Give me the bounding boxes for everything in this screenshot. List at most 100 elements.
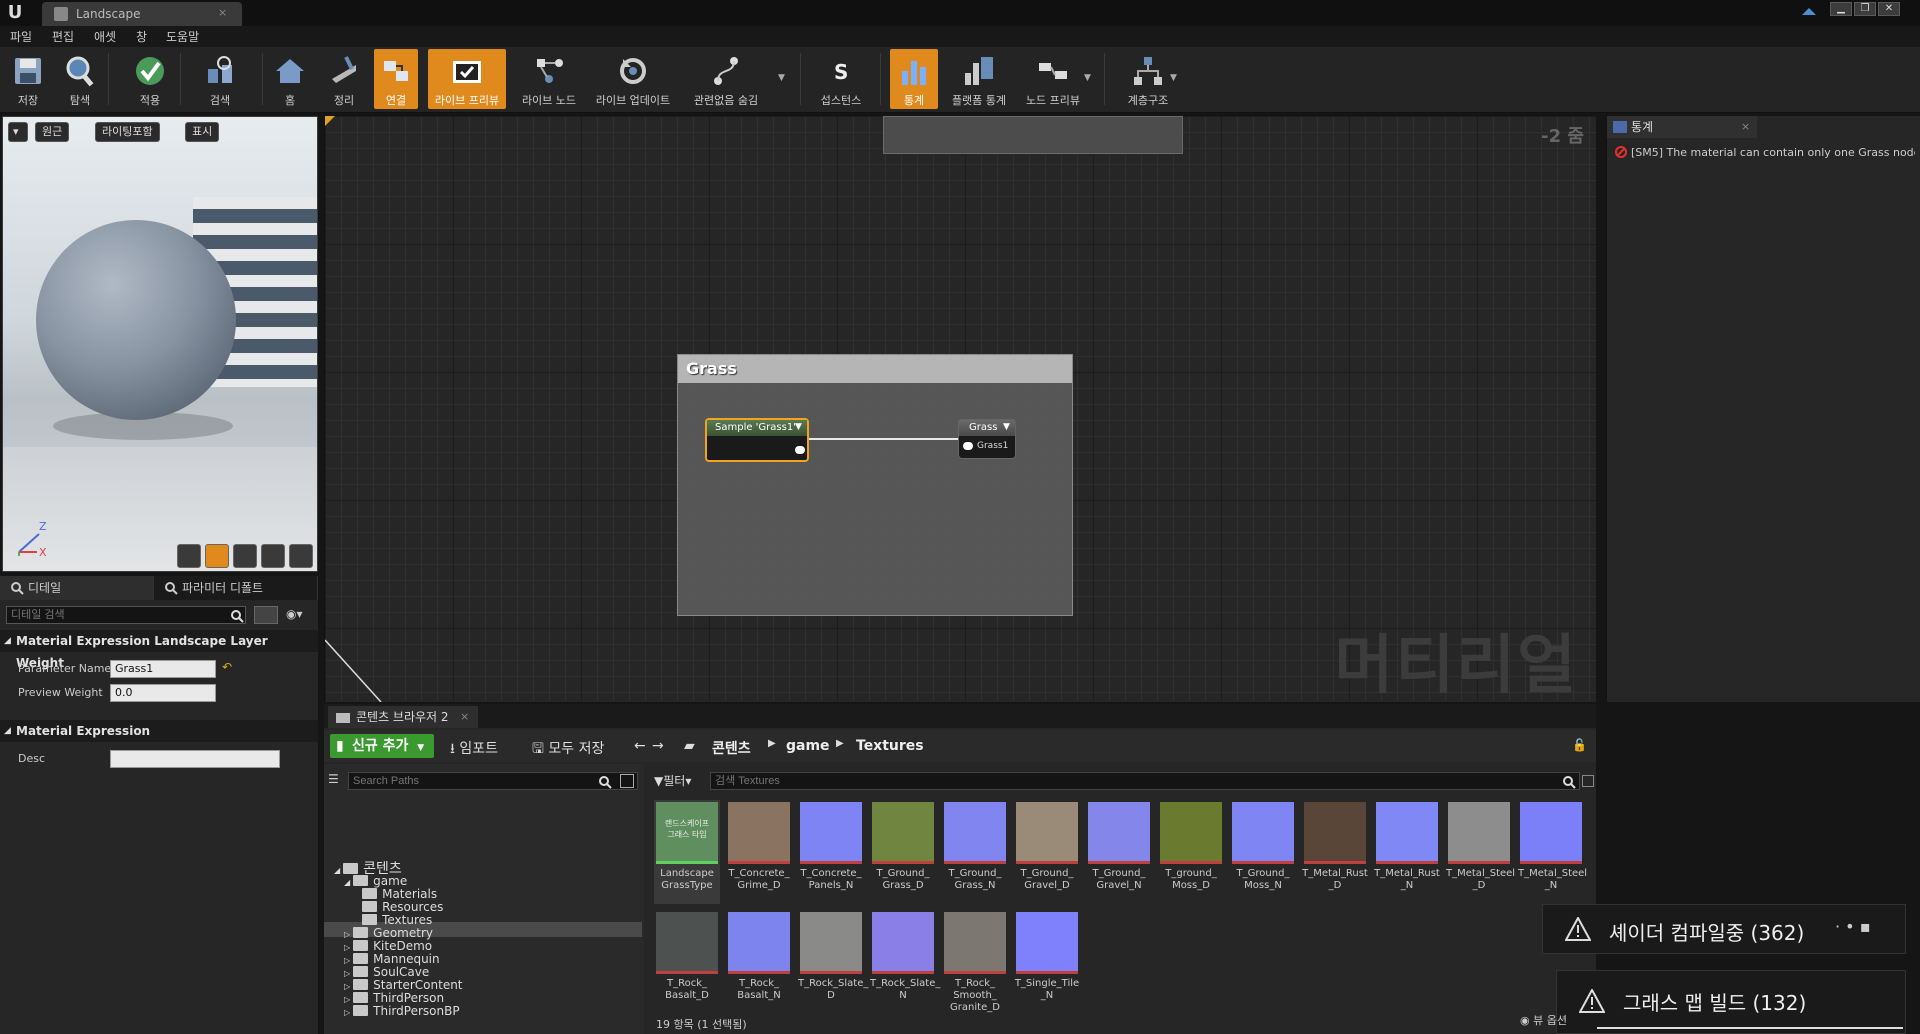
tree-item-soulcave[interactable]: ▷ SoulCave (344, 965, 429, 979)
asset-search-input[interactable] (710, 772, 1580, 790)
substance-button[interactable]: S 섭스턴스 (810, 49, 872, 109)
tree-expand-icon[interactable]: ▷ (344, 943, 350, 952)
tree-expand-icon[interactable]: ◢ (334, 866, 340, 875)
tree-expand-icon[interactable] (354, 904, 359, 913)
tree-expand-icon[interactable]: ▷ (344, 956, 350, 965)
cylinder-mesh-icon[interactable] (177, 544, 201, 568)
plane-mesh-icon[interactable] (233, 544, 257, 568)
menu-file[interactable]: 파일 (10, 28, 32, 45)
tree-item-thirdperson[interactable]: ▷ ThirdPerson (344, 991, 444, 1005)
viewport-options-dropdown[interactable]: ▾ (8, 122, 28, 142)
menu-edit[interactable]: 편집 (52, 28, 74, 45)
asset-tile[interactable]: T_Metal_Rust _D (1302, 800, 1368, 904)
asset-tile[interactable]: 랜드스케이프 그래스 타입 Landscape GrassType (654, 800, 720, 904)
asset-tile[interactable]: T_Concrete_ Panels_N (798, 800, 864, 904)
output-pin-icon[interactable] (795, 446, 805, 454)
tree-item-thirdpersonbp[interactable]: ▷ ThirdPersonBP (344, 1004, 460, 1018)
live-preview-button[interactable]: 라이브 프리뷰 (428, 49, 506, 109)
search-icon[interactable] (1562, 775, 1576, 789)
tree-item-game[interactable]: ◢ game (344, 874, 407, 888)
menu-help[interactable]: 도움말 (166, 28, 199, 45)
eye-visibility-icon[interactable]: ◉▾ (286, 607, 316, 623)
node-collapse-icon[interactable]: ▼ (795, 422, 802, 432)
asset-tile[interactable]: T_Rock_ Smooth_ Granite_D (942, 910, 1008, 1014)
import-button[interactable]: ⭳ 임포트 (450, 738, 498, 762)
category-material-expression[interactable]: ◢ Material Expression (0, 720, 318, 742)
clean-up-button[interactable]: 정리 (322, 49, 366, 109)
parameter-name-field[interactable]: Grass1 (110, 660, 216, 678)
asset-tile[interactable]: T_Metal_Steel _N (1518, 800, 1587, 904)
save-button[interactable]: 저장 (6, 49, 50, 109)
tree-item-geometry[interactable]: ▷ Geometry (344, 926, 433, 940)
asset-tile[interactable]: T_Rock_ Basalt_D (654, 910, 720, 1014)
asset-tile[interactable]: T_Rock_ Basalt_N (726, 910, 792, 1014)
asset-tile[interactable]: T_Ground_ Moss_N (1230, 800, 1296, 904)
search-icon[interactable] (230, 609, 244, 623)
material-graph[interactable]: -2 줌 Grass Sample 'Grass1' ▼ Grass ▼ Gra… (324, 116, 1596, 702)
comment-box-grass[interactable]: Grass Sample 'Grass1' ▼ Grass ▼ Grass1 (677, 354, 1073, 616)
hierarchy-dropdown-icon[interactable]: ▼ (1170, 73, 1180, 83)
document-tab[interactable]: Landscape × (42, 2, 242, 26)
live-nodes-button[interactable]: 라이브 노드 (514, 49, 584, 109)
details-search-input[interactable] (6, 606, 246, 624)
preview-weight-field[interactable]: 0.0 (110, 684, 216, 702)
history-back-icon[interactable]: ← (634, 738, 646, 754)
tree-expand-icon[interactable]: ▷ (344, 930, 350, 939)
tree-item-mannequin[interactable]: ▷ Mannequin (344, 952, 440, 966)
asset-tile[interactable]: T_Rock_Slate_ N (870, 910, 940, 1014)
view-options-button[interactable]: ◉ 뷰 옵션 (1520, 1012, 1567, 1028)
tree-expand-icon[interactable] (354, 891, 359, 900)
hide-unrelated-button[interactable]: 관련없음 숨김 (682, 49, 770, 109)
apply-button[interactable]: 적용 (128, 49, 172, 109)
filter-button[interactable]: ▼필터▾ (654, 772, 704, 790)
lit-mode-button[interactable]: 라이팅포함 (95, 122, 160, 142)
tree-expand-icon[interactable] (354, 917, 359, 926)
node-sample-grass1[interactable]: Sample 'Grass1' ▼ (705, 418, 809, 462)
category-landscape-layer-weight[interactable]: ◢ Material Expression Landscape Layer We… (0, 630, 318, 670)
node-preview-button[interactable]: 노드 프리뷰 (1018, 49, 1088, 109)
asset-tile[interactable]: T_Rock_Slate_ D (798, 910, 868, 1014)
cube-mesh-icon[interactable] (261, 544, 285, 568)
path-search-input[interactable] (348, 772, 638, 790)
platform-stats-button[interactable]: 플랫폼 통계 (946, 49, 1012, 109)
menu-window[interactable]: 창 (136, 28, 147, 45)
minimize-button[interactable]: ▁ (1830, 2, 1852, 16)
close-tab-icon[interactable]: × (460, 706, 469, 728)
show-button[interactable]: 표시 (185, 122, 220, 142)
history-forward-icon[interactable]: → (652, 738, 664, 754)
tree-item-resources[interactable]: Resources (354, 900, 443, 914)
save-search-icon[interactable] (1582, 775, 1594, 787)
desc-field[interactable] (110, 750, 280, 768)
material-preview-viewport[interactable]: ▾ 원근 라이팅포함 표시 Z X (2, 116, 318, 572)
asset-tile[interactable]: T_Concrete_ Grime_D (726, 800, 792, 904)
search-button[interactable]: 검색 (198, 49, 242, 109)
asset-tile[interactable]: T_ground_ Moss_D (1158, 800, 1224, 904)
breadcrumb-game[interactable]: game (786, 738, 830, 754)
asset-tile[interactable]: T_Single_Tile _N (1014, 910, 1080, 1014)
tree-item-textures[interactable]: Textures (354, 913, 432, 927)
tab-details[interactable]: 디테일 (0, 576, 154, 600)
tree-expand-icon[interactable]: ▷ (344, 1008, 350, 1017)
asset-tile[interactable]: T_Ground_ Grass_N (942, 800, 1008, 904)
asset-tile[interactable]: T_Metal_Rust _N (1374, 800, 1440, 904)
lock-icon[interactable]: 🔓 (1572, 738, 1587, 752)
hide-unrelated-dropdown-icon[interactable]: ▼ (778, 73, 788, 83)
perspective-button[interactable]: 원근 (35, 122, 70, 142)
reset-to-default-icon[interactable]: ↶ (222, 660, 232, 674)
sphere-mesh-icon[interactable] (205, 544, 229, 568)
comment-box-partial[interactable] (883, 116, 1183, 154)
stats-button[interactable]: 통계 (890, 49, 938, 109)
tree-expand-icon[interactable]: ▷ (344, 969, 350, 978)
input-pin-icon[interactable] (963, 442, 973, 450)
close-tab-icon[interactable]: × (218, 6, 230, 19)
tab-content-browser[interactable]: 콘텐츠 브라우저 2 × (328, 706, 478, 728)
home-button[interactable]: 홈 (270, 49, 310, 109)
asset-tile[interactable]: T_Metal_Steel _D (1446, 800, 1515, 904)
close-tab-icon[interactable]: × (1741, 116, 1750, 138)
tree-expand-icon[interactable]: ▷ (344, 995, 350, 1004)
save-all-button[interactable]: 🖫 모두 저장 (532, 738, 604, 762)
menu-asset[interactable]: 애셋 (94, 28, 116, 45)
tab-parameter-defaults[interactable]: 파라미터 디폴트 (154, 576, 318, 600)
asset-tile[interactable]: T_Ground_ Grass_D (870, 800, 936, 904)
sources-panel-icon[interactable]: ☰ (328, 772, 344, 790)
